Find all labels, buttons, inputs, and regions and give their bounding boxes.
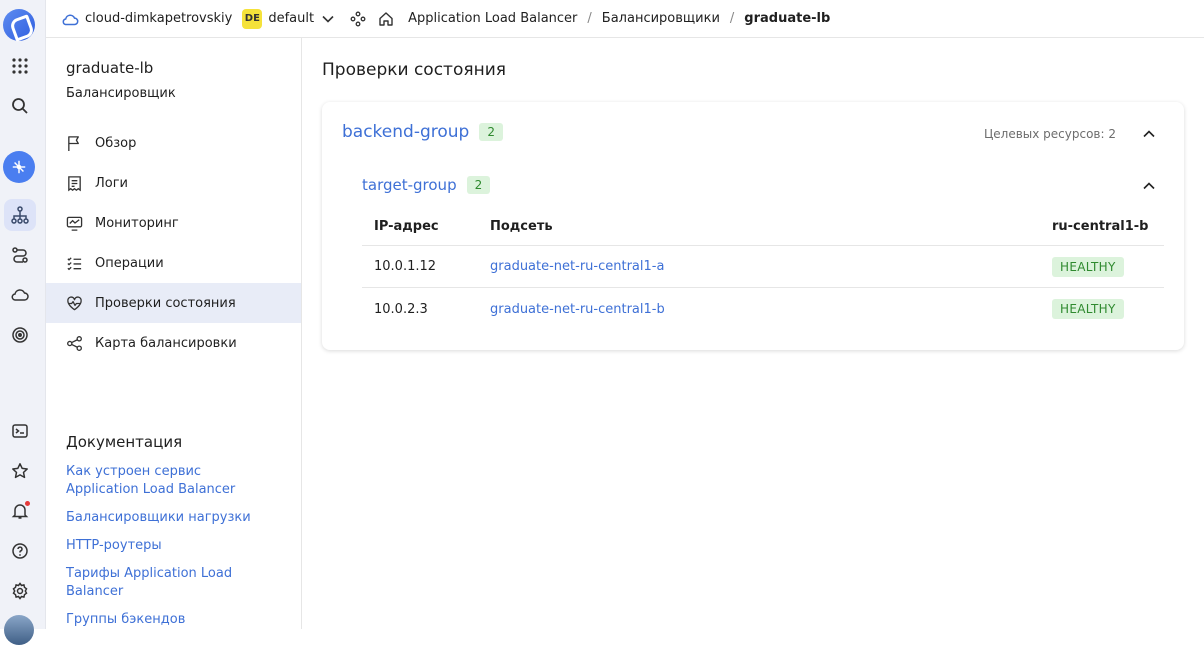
column-header-ip: IP-адрес	[374, 219, 439, 234]
nav-item-logs[interactable]: Логи	[46, 163, 301, 203]
nav-item-operations[interactable]: Операции	[46, 243, 301, 283]
folder-selector[interactable]: default	[268, 11, 314, 26]
services-network-icon[interactable]	[350, 11, 366, 27]
cloud-logo-icon[interactable]	[3, 9, 35, 41]
nav-item-label: Обзор	[95, 135, 137, 151]
status-badge: HEALTHY	[1052, 256, 1124, 277]
ip-address-cell: 10.0.1.12	[374, 259, 437, 274]
breadcrumb-balancers[interactable]: Балансировщики	[602, 11, 720, 26]
backend-group-count-badge: 2	[479, 123, 503, 141]
nav-item-label: Карта балансировки	[95, 335, 237, 351]
targets-table: IP-адрес Подсеть ru-central1-b 10.0.1.12…	[362, 208, 1164, 330]
resource-title: graduate-lb	[66, 59, 154, 77]
breadcrumb-current: graduate-lb	[744, 11, 831, 26]
terminal-icon[interactable]	[4, 415, 36, 447]
folder-badge: DE	[242, 8, 263, 29]
status-badge: HEALTHY	[1052, 299, 1124, 319]
nav-item-label: Мониторинг	[95, 215, 179, 231]
bell-icon[interactable]	[4, 495, 36, 527]
subnet-link[interactable]: graduate-net-ru-central1-b	[490, 302, 665, 317]
backend-group-link[interactable]: backend-group	[342, 122, 469, 142]
target-resources-count: Целевых ресурсов: 2	[983, 127, 1116, 141]
resource-type: Балансировщик	[66, 86, 176, 101]
global-rail	[0, 0, 46, 645]
chevron-up-icon[interactable]	[1142, 179, 1156, 193]
cloud-storage-icon[interactable]	[4, 279, 36, 311]
doc-link-how-it-works[interactable]: Как устроен сервис Application Load Bala…	[66, 463, 276, 499]
target-group-header: target-group 2	[362, 176, 491, 194]
doc-link-http-routers[interactable]: HTTP-роутеры	[66, 537, 276, 555]
heart-pulse-icon	[67, 295, 82, 310]
cloud-name: cloud-dimkapetrovskiy	[85, 11, 233, 26]
target-group-count-badge: 2	[466, 176, 491, 194]
help-icon[interactable]	[4, 535, 36, 567]
table-header-row: IP-адрес Подсеть ru-central1-b	[362, 208, 1164, 246]
all-services-icon[interactable]	[4, 50, 36, 82]
routes-icon[interactable]	[4, 239, 36, 271]
breadcrumb-service[interactable]: Application Load Balancer	[408, 11, 577, 26]
breadcrumb-separator: /	[729, 11, 735, 26]
breadcrumb-separator: /	[587, 11, 592, 26]
alb-service-icon[interactable]	[3, 151, 35, 183]
load-balancer-icon[interactable]	[4, 199, 36, 231]
star-icon[interactable]	[4, 455, 36, 487]
ip-address-cell: 10.0.2.3	[374, 301, 428, 317]
chevron-down-icon[interactable]	[322, 15, 334, 23]
map-icon	[67, 335, 82, 351]
operations-icon	[67, 256, 82, 270]
home-icon[interactable]	[378, 11, 394, 27]
settings-gear-icon[interactable]	[4, 575, 36, 607]
doc-link-backend-groups[interactable]: Группы бэкендов	[66, 611, 276, 629]
doc-link-pricing[interactable]: Тарифы Application Load Balancer	[66, 565, 276, 601]
resource-sidebar: graduate-lb Балансировщик Обзор Логи Мон…	[46, 38, 302, 629]
nav-item-monitoring[interactable]: Мониторинг	[46, 203, 301, 243]
target-icon[interactable]	[4, 319, 36, 351]
chevron-up-icon[interactable]	[1142, 127, 1156, 141]
cloud-selector[interactable]: cloud-dimkapetrovskiy	[61, 11, 232, 26]
table-row: 10.0.1.12 graduate-net-ru-central1-a HEA…	[362, 246, 1164, 288]
subnet-link[interactable]: graduate-net-ru-central1-a	[490, 259, 664, 274]
column-header-subnet: Подсеть	[490, 219, 553, 234]
nav-item-label: Операции	[95, 255, 164, 271]
backend-group-header: backend-group 2	[342, 122, 503, 142]
nav-item-overview[interactable]: Обзор	[46, 123, 301, 163]
search-icon[interactable]	[4, 90, 36, 122]
monitoring-icon	[66, 216, 83, 231]
logs-icon	[68, 175, 81, 191]
nav-item-balancing-map[interactable]: Карта балансировки	[46, 323, 301, 363]
doc-link-load-balancers[interactable]: Балансировщики нагрузки	[66, 509, 276, 527]
table-row: 10.0.2.3 graduate-net-ru-central1-b HEAL…	[362, 288, 1164, 330]
notification-dot	[25, 501, 30, 506]
column-header-zone: ru-central1-b	[1052, 219, 1149, 234]
user-avatar[interactable]	[4, 615, 34, 645]
nav-item-label: Проверки состояния	[95, 295, 236, 311]
nav-item-health-checks[interactable]: Проверки состояния	[46, 283, 301, 323]
top-bar: cloud-dimkapetrovskiy DE default Applica…	[46, 0, 1204, 38]
page-title: Проверки состояния	[322, 60, 506, 80]
cloud-icon	[62, 13, 79, 25]
docs-title: Документация	[66, 433, 183, 451]
backend-group-card: backend-group 2 Целевых ресурсов: 2 targ…	[322, 102, 1184, 350]
flag-icon	[68, 135, 79, 151]
nav-item-label: Логи	[95, 175, 129, 191]
target-group-link[interactable]: target-group	[362, 176, 457, 194]
